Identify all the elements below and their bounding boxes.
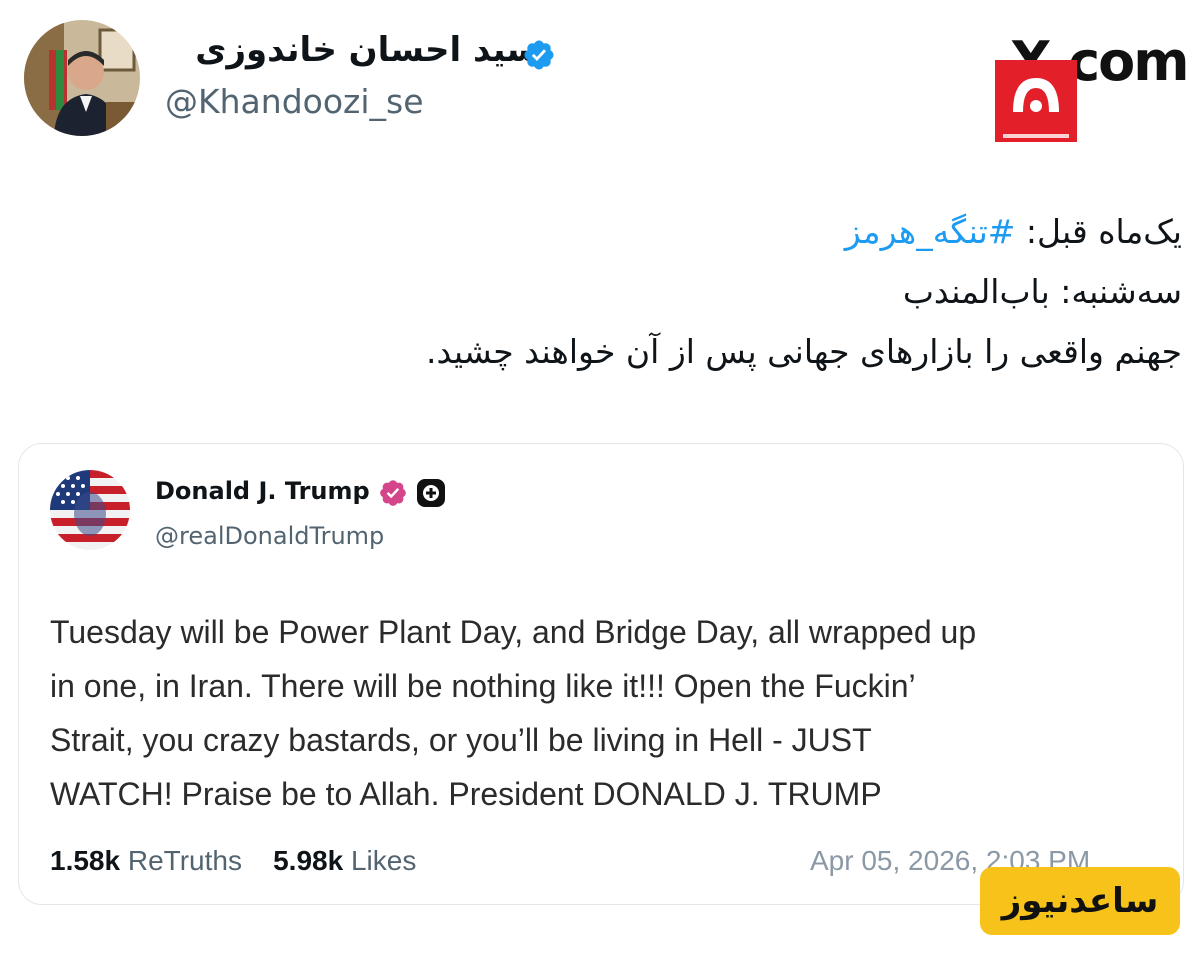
likes-stat[interactable]: 5.98k Likes (273, 845, 416, 876)
plus-badge-icon (416, 478, 446, 508)
likes-count: 5.98k (273, 845, 344, 876)
retruths-stat[interactable]: 1.58k ReTruths (50, 845, 242, 876)
retruths-count: 1.58k (50, 845, 121, 876)
author-name[interactable]: سید احسان خاندوزی (195, 30, 540, 70)
quoted-author-handle[interactable]: @realDonaldTrump (155, 522, 384, 550)
tweet-line-2: سه‌شنبه: باب‌المندب (902, 272, 1182, 311)
author-avatar[interactable] (24, 20, 140, 136)
retruths-label: ReTruths (127, 845, 242, 876)
watermark-badge: ساعدنیوز (980, 867, 1180, 935)
watermark-badge-text: ساعدنیوز (1001, 881, 1159, 921)
likes-label: Likes (350, 845, 417, 876)
quoted-author-avatar[interactable] (50, 470, 130, 550)
verified-check-icon (522, 38, 556, 72)
hashtag-link[interactable]: #تنگه_هرمز (845, 212, 1016, 251)
author-handle[interactable]: @Khandoozi_se (165, 82, 424, 121)
quoted-post-line: Tuesday will be Power Plant Day, and Bri… (50, 614, 977, 650)
quoted-post-body: Tuesday will be Power Plant Day, and Bri… (50, 605, 1160, 821)
tweet-line-1-text: یک‌ماه قبل: (1015, 212, 1182, 251)
quoted-post-line: Strait, you crazy bastards, or you’ll be… (50, 722, 872, 758)
quoted-author-name[interactable]: Donald J. Trump (155, 477, 370, 505)
post-stats: 1.58k ReTruths 5.98k Likes (50, 845, 416, 877)
verified-check-icon (378, 478, 408, 508)
quoted-post-line: WATCH! Praise be to Allah. President DON… (50, 776, 882, 812)
tweet-line-1: یک‌ماه قبل: #تنگه_هرمز (845, 210, 1182, 254)
tweet-line-3: جهنم واقعی را بازارهای جهانی پس از آن خو… (426, 332, 1182, 371)
watermark-logo-icon (995, 60, 1077, 142)
quoted-post-line: in one, in Iran. There will be nothing l… (50, 668, 916, 704)
